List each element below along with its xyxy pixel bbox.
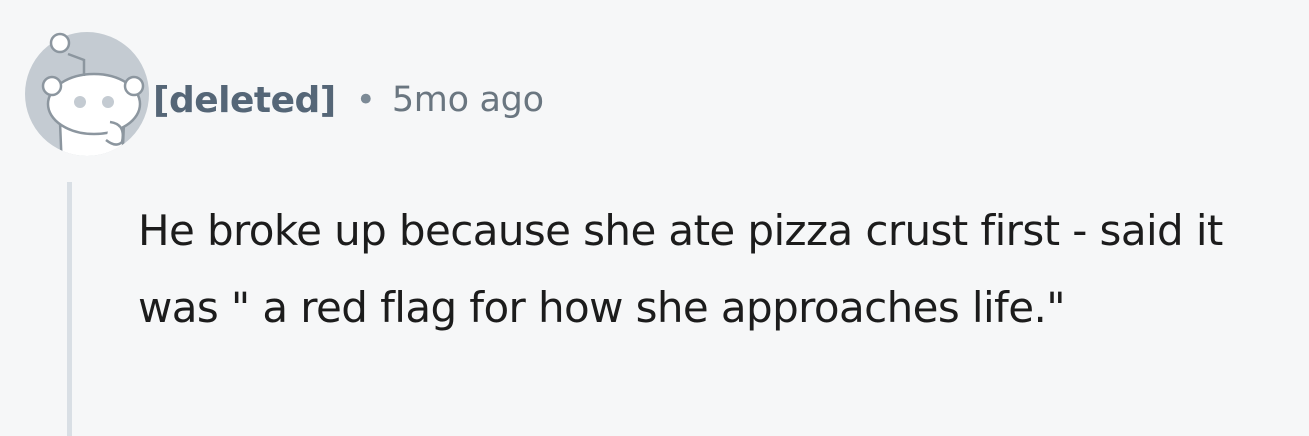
comment-body: He broke up because she ate pizza crust … (138, 206, 1223, 332)
thread-line[interactable] (67, 182, 72, 436)
separator-dot: • (355, 80, 376, 120)
snoo-avatar-icon[interactable] (22, 30, 152, 156)
comment-header: [deleted] • 5mo ago (153, 72, 544, 128)
author-username[interactable]: [deleted] (153, 80, 336, 121)
timestamp[interactable]: 5mo ago (392, 80, 544, 120)
